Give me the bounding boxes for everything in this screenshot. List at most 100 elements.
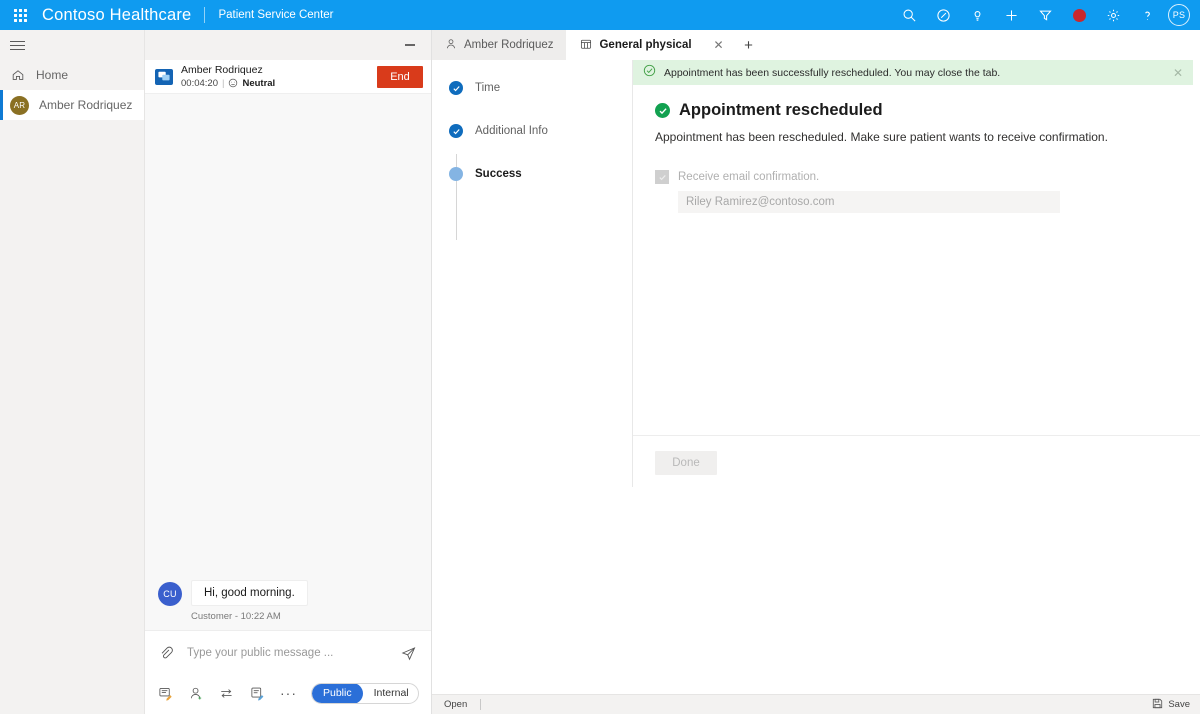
sidebar: Home AR Amber Rodriquez [0, 30, 145, 714]
message-visibility-toggle: Public Internal [311, 683, 419, 704]
avatar[interactable]: PS [1168, 4, 1190, 26]
email-field[interactable]: Riley Ramirez@contoso.com [678, 191, 1060, 213]
status-open-label[interactable]: Open [444, 699, 467, 710]
form-footer: Done [633, 435, 1200, 487]
done-button[interactable]: Done [655, 451, 717, 475]
form-body: Appointment rescheduled Appointment has … [633, 85, 1200, 435]
sidebar-item-label: Amber Rodriquez [39, 98, 132, 112]
save-disk-icon [1152, 698, 1163, 712]
session-card[interactable]: Amber Rodriquez 00:04:20 | Neutral End [145, 60, 431, 94]
tab-amber-rodriquez[interactable]: Amber Rodriquez [432, 30, 567, 60]
tab-strip: Amber Rodriquez General physical ✕ + [432, 30, 1200, 60]
sidebar-item-home[interactable]: Home [0, 60, 144, 90]
save-label: Save [1168, 699, 1190, 710]
message-input[interactable] [175, 647, 399, 659]
brand-divider [204, 7, 205, 23]
status-divider [480, 699, 481, 710]
step-current-icon [449, 167, 463, 181]
session-info: Amber Rodriquez 00:04:20 | Neutral [181, 64, 377, 89]
filter-icon[interactable] [1028, 0, 1062, 30]
neutral-face-icon [228, 78, 238, 88]
close-icon[interactable]: ✕ [711, 38, 727, 52]
gear-icon[interactable] [1096, 0, 1130, 30]
form-description: Appointment has been rescheduled. Make s… [655, 130, 1178, 144]
step-success[interactable]: Success [432, 164, 632, 184]
status-bar: Open Save [432, 694, 1200, 714]
tab-strip-filler [764, 30, 1200, 60]
chat-message-meta: Customer - 10:22 AM [191, 611, 308, 622]
more-options-icon[interactable]: ··· [280, 689, 297, 697]
notes-icon[interactable] [249, 685, 266, 702]
transfer-icon[interactable] [219, 685, 236, 702]
composer-input-row [145, 631, 431, 675]
avatar: CU [158, 582, 182, 606]
tab-label: Amber Rodriquez [464, 39, 553, 51]
step-complete-icon [449, 81, 463, 95]
lightbulb-icon[interactable] [960, 0, 994, 30]
message-composer: ··· Public Internal [145, 630, 431, 714]
step-label: Time [475, 82, 500, 94]
conversation-panel-header [145, 30, 431, 60]
avatar: AR [10, 96, 29, 115]
tab-label: General physical [599, 39, 691, 51]
sidebar-item-label: Home [36, 68, 68, 82]
session-customer-name: Amber Rodriquez [181, 64, 377, 76]
visibility-option-public[interactable]: Public [312, 683, 363, 704]
chat-message-line: CU Hi, good morning. [158, 580, 308, 606]
page-title: Appointment rescheduled [679, 101, 883, 120]
main-form-panel: Appointment has been successfully resche… [633, 60, 1200, 487]
step-time[interactable]: Time [432, 78, 632, 98]
checkbox[interactable] [655, 170, 669, 184]
checkbox-label: Receive email confirmation. [678, 171, 819, 183]
wizard-stepper: Time Additional Info Success [432, 60, 633, 487]
plus-icon[interactable] [994, 0, 1028, 30]
app-root: Contoso Healthcare Patient Service Cente… [0, 0, 1200, 714]
step-label: Success [475, 168, 522, 180]
chat-session-icon [155, 69, 173, 85]
form-title-row: Appointment rescheduled [655, 101, 1178, 120]
assistant-icon[interactable] [926, 0, 960, 30]
step-complete-icon [449, 124, 463, 138]
success-banner-text: Appointment has been successfully resche… [664, 67, 1000, 79]
session-duration: 00:04:20 [181, 78, 218, 89]
record-icon[interactable] [1062, 0, 1096, 30]
success-check-filled-icon [655, 103, 670, 118]
search-icon[interactable] [892, 0, 926, 30]
session-meta-separator: | [222, 78, 224, 89]
chat-message: CU Hi, good morning. Customer - 10:22 AM [158, 580, 308, 622]
calendar-icon [580, 38, 592, 53]
close-icon[interactable]: ✕ [1173, 66, 1183, 80]
success-banner: Appointment has been successfully resche… [633, 60, 1193, 85]
chat-message-bubble: Hi, good morning. [191, 580, 308, 606]
person-icon [445, 38, 457, 53]
app-bar-actions: PS [892, 0, 1200, 30]
quick-replies-icon[interactable] [157, 685, 174, 702]
help-icon[interactable] [1130, 0, 1164, 30]
step-additional-info[interactable]: Additional Info [432, 121, 632, 141]
waffle-grid-icon[interactable] [0, 0, 40, 30]
top-app-bar: Contoso Healthcare Patient Service Cente… [0, 0, 1200, 30]
end-session-button[interactable]: End [377, 66, 423, 88]
hamburger-icon[interactable] [0, 30, 144, 60]
tab-general-physical[interactable]: General physical ✕ [567, 30, 733, 60]
email-confirmation-checkbox-row: Receive email confirmation. [655, 170, 1178, 184]
composer-tools: ··· Public Internal [145, 675, 431, 711]
sidebar-item-amber-rodriquez[interactable]: AR Amber Rodriquez [0, 90, 144, 120]
app-brand-title: Contoso Healthcare [40, 6, 191, 25]
minimize-icon[interactable] [399, 36, 421, 54]
home-icon [10, 68, 26, 82]
new-tab-button[interactable]: + [734, 30, 764, 60]
visibility-option-internal[interactable]: Internal [363, 683, 419, 704]
save-button[interactable]: Save [1152, 698, 1190, 712]
paperclip-icon[interactable] [157, 646, 175, 661]
success-check-circle-icon [643, 64, 656, 82]
send-icon[interactable] [399, 645, 419, 661]
step-label: Additional Info [475, 125, 548, 137]
conversation-panel: Amber Rodriquez 00:04:20 | Neutral End [145, 30, 432, 714]
add-agent-icon[interactable] [188, 685, 205, 702]
session-meta: 00:04:20 | Neutral [181, 78, 377, 89]
step-connector [456, 197, 457, 240]
chat-transcript: CU Hi, good morning. Customer - 10:22 AM [145, 128, 431, 630]
app-subbrand-title: Patient Service Center [218, 9, 333, 21]
session-sentiment: Neutral [242, 78, 275, 89]
